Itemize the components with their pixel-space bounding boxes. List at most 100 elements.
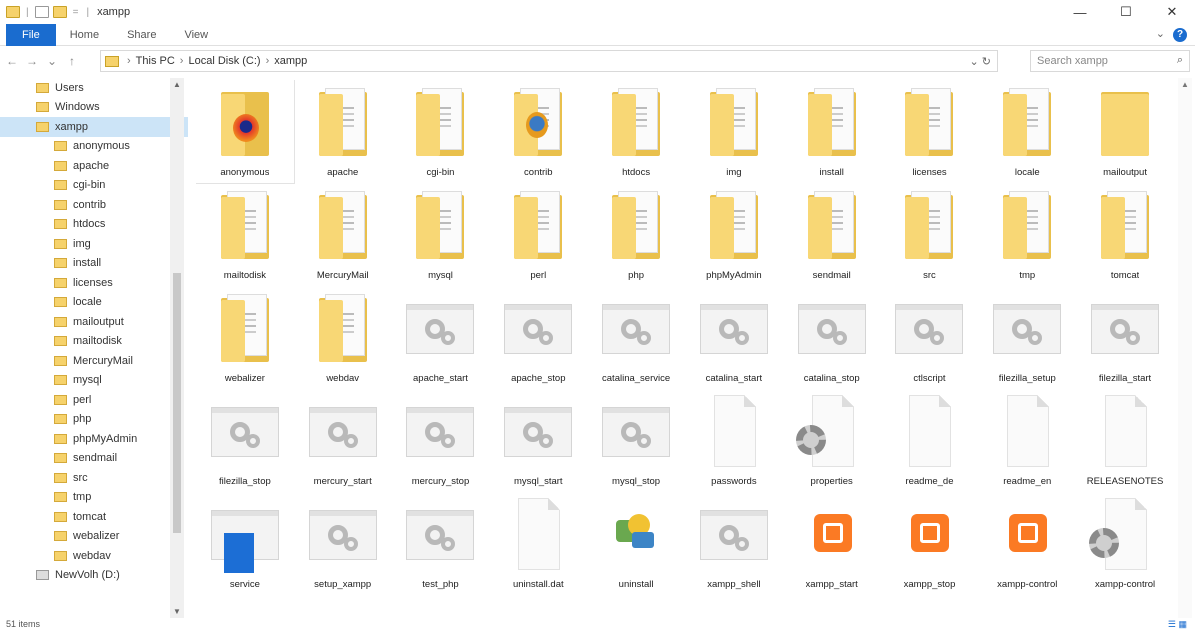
up-button[interactable]: ↑ — [64, 54, 80, 68]
view-toggle-icons[interactable]: ☰ ▦ — [1168, 619, 1187, 630]
sidebar-item-contrib[interactable]: contrib — [0, 195, 188, 215]
sidebar-item-locale[interactable]: locale — [0, 293, 188, 313]
file-item[interactable]: catalina_stop — [783, 286, 881, 389]
forward-button[interactable]: → — [24, 54, 40, 68]
scroll-up-icon[interactable]: ▲ — [1181, 80, 1189, 89]
maximize-button[interactable]: ☐ — [1103, 0, 1149, 24]
sidebar-scrollbar[interactable]: ▲ ▼ — [170, 78, 184, 618]
file-item[interactable]: uninstall.dat — [489, 492, 587, 595]
address-bar[interactable]: › This PC › Local Disk (C:) › xampp ⌄ ↻ — [100, 50, 998, 72]
file-item[interactable]: tmp — [978, 183, 1076, 286]
sidebar-item-webalizer[interactable]: webalizer — [0, 527, 188, 547]
file-item[interactable]: htdocs — [587, 80, 685, 183]
file-item[interactable]: apache_stop — [489, 286, 587, 389]
file-item[interactable]: uninstall — [587, 492, 685, 595]
search-box[interactable]: Search xampp ⌕ — [1030, 50, 1190, 72]
sidebar-item-apache[interactable]: apache — [0, 156, 188, 176]
sidebar-item-webdav[interactable]: webdav — [0, 546, 188, 566]
new-folder-icon[interactable] — [52, 6, 67, 18]
minimize-button[interactable]: — — [1057, 0, 1103, 24]
file-item[interactable]: passwords — [685, 389, 783, 492]
sidebar-item-mailtodisk[interactable]: mailtodisk — [0, 332, 188, 352]
file-item[interactable]: apache — [294, 80, 392, 183]
sidebar-item-cgi-bin[interactable]: cgi-bin — [0, 176, 188, 196]
file-item[interactable]: licenses — [881, 80, 979, 183]
file-item[interactable]: mysql_stop — [587, 389, 685, 492]
sidebar-item-install[interactable]: install — [0, 254, 188, 274]
sidebar-item-php[interactable]: php — [0, 410, 188, 430]
sidebar-item-anonymous[interactable]: anonymous — [0, 137, 188, 157]
file-item[interactable]: mysql_start — [489, 389, 587, 492]
file-item[interactable]: perl — [489, 183, 587, 286]
breadcrumb-local-disk[interactable]: Local Disk (C:) — [188, 55, 260, 67]
file-item[interactable]: locale — [978, 80, 1076, 183]
file-item[interactable]: apache_start — [392, 286, 490, 389]
content-scrollbar[interactable]: ▲ — [1178, 78, 1192, 618]
file-item[interactable]: MercuryMail — [294, 183, 392, 286]
sidebar-item-src[interactable]: src — [0, 468, 188, 488]
file-item[interactable]: xampp-control — [978, 492, 1076, 595]
breadcrumb-this-pc[interactable]: This PC — [136, 55, 175, 67]
sidebar-item-mailoutput[interactable]: mailoutput — [0, 312, 188, 332]
file-item[interactable]: contrib — [489, 80, 587, 183]
help-icon[interactable]: ? — [1173, 28, 1187, 42]
file-item[interactable]: readme_en — [978, 389, 1076, 492]
tab-view[interactable]: View — [170, 24, 222, 46]
file-item[interactable]: mailoutput — [1076, 80, 1174, 183]
close-button[interactable]: ✕ — [1149, 0, 1195, 24]
refresh-button[interactable]: ⌄ ↻ — [970, 55, 992, 68]
sidebar-item-img[interactable]: img — [0, 234, 188, 254]
file-item[interactable]: xampp-control — [1076, 492, 1174, 595]
sidebar-item-htdocs[interactable]: htdocs — [0, 215, 188, 235]
tab-file[interactable]: File — [6, 23, 56, 46]
file-item[interactable]: sendmail — [783, 183, 881, 286]
file-item[interactable]: readme_de — [881, 389, 979, 492]
file-item[interactable]: mercury_stop — [392, 389, 490, 492]
file-item[interactable]: php — [587, 183, 685, 286]
file-item[interactable]: xampp_start — [783, 492, 881, 595]
file-item[interactable]: phpMyAdmin — [685, 183, 783, 286]
file-item[interactable]: mysql — [392, 183, 490, 286]
scroll-down-icon[interactable]: ▼ — [173, 607, 181, 616]
sidebar-item-mysql[interactable]: mysql — [0, 371, 188, 391]
sidebar-item-windows[interactable]: Windows — [0, 98, 188, 118]
sidebar-item-licenses[interactable]: licenses — [0, 273, 188, 293]
sidebar-item-newvolh-d-[interactable]: NewVolh (D:) — [0, 566, 188, 586]
file-item[interactable]: service — [196, 492, 294, 595]
sidebar-item-phpmyadmin[interactable]: phpMyAdmin — [0, 429, 188, 449]
sidebar-item-sendmail[interactable]: sendmail — [0, 449, 188, 469]
file-item[interactable]: filezilla_start — [1076, 286, 1174, 389]
expand-ribbon-icon[interactable]: ⌄ — [1156, 27, 1165, 40]
file-item[interactable]: xampp_shell — [685, 492, 783, 595]
file-item[interactable]: anonymous — [196, 80, 295, 184]
back-button[interactable]: ← — [4, 54, 20, 68]
file-item[interactable]: filezilla_setup — [978, 286, 1076, 389]
file-item[interactable]: xampp_stop — [881, 492, 979, 595]
tab-home[interactable]: Home — [56, 24, 113, 46]
scrollbar-thumb[interactable] — [173, 273, 181, 533]
file-item[interactable]: properties — [783, 389, 881, 492]
file-item[interactable]: cgi-bin — [392, 80, 490, 183]
file-item[interactable]: mailtodisk — [196, 183, 294, 286]
file-item[interactable]: src — [881, 183, 979, 286]
sidebar-item-mercurymail[interactable]: MercuryMail — [0, 351, 188, 371]
file-item[interactable]: RELEASENOTES — [1076, 389, 1174, 492]
sidebar-item-users[interactable]: Users — [0, 78, 188, 98]
search-input[interactable]: Search xampp — [1037, 55, 1108, 67]
sidebar-item-xampp[interactable]: xampp — [0, 117, 188, 137]
file-item[interactable]: mercury_start — [294, 389, 392, 492]
file-item[interactable]: test_php — [392, 492, 490, 595]
sidebar-item-perl[interactable]: perl — [0, 390, 188, 410]
file-item[interactable]: webdav — [294, 286, 392, 389]
file-item[interactable]: catalina_service — [587, 286, 685, 389]
recent-locations-button[interactable]: ⌄ — [44, 54, 60, 68]
file-item[interactable]: webalizer — [196, 286, 294, 389]
file-item[interactable]: install — [783, 80, 881, 183]
sidebar-item-tmp[interactable]: tmp — [0, 488, 188, 508]
file-item[interactable]: catalina_start — [685, 286, 783, 389]
file-item[interactable]: setup_xampp — [294, 492, 392, 595]
file-item[interactable]: tomcat — [1076, 183, 1174, 286]
scroll-up-icon[interactable]: ▲ — [173, 80, 181, 89]
file-item[interactable]: filezilla_stop — [196, 389, 294, 492]
file-item[interactable]: ctlscript — [881, 286, 979, 389]
